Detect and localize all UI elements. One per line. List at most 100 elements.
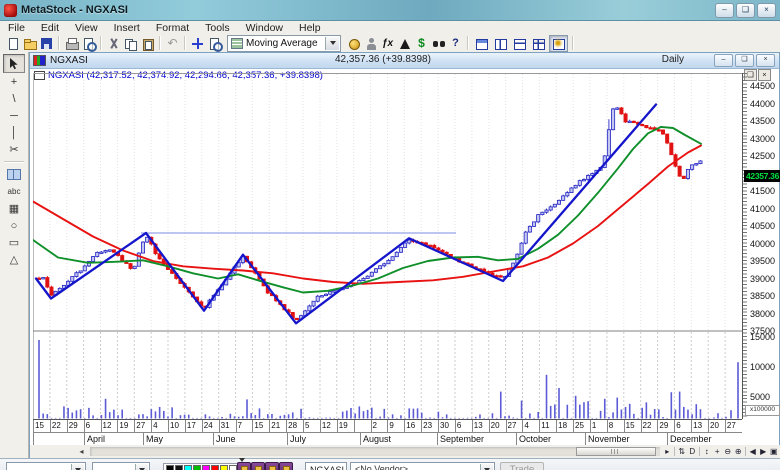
expert-symbol-icon[interactable] <box>265 462 279 470</box>
cascade-windows-icon[interactable] <box>549 35 568 52</box>
split-horizontal-icon[interactable] <box>511 36 528 51</box>
symbol-box[interactable]: NGXASI <box>305 462 347 470</box>
date-tick: 27 <box>134 420 151 432</box>
price-axis-label: 41000 <box>750 204 775 214</box>
pointer-tool-icon[interactable] <box>3 54 25 73</box>
go-to-date-icon[interactable]: D <box>687 446 698 457</box>
grid-tool-icon[interactable]: ▦ <box>4 200 24 217</box>
undo-icon[interactable]: ↶ <box>164 36 181 51</box>
close-button[interactable]: × <box>757 3 776 18</box>
menu-item-insert[interactable]: Insert <box>106 22 148 34</box>
vendor-dropdown[interactable]: <No Vendor> <box>350 462 495 470</box>
date-tick: 22 <box>50 420 67 432</box>
restore-view-icon[interactable]: ▣ <box>769 446 780 457</box>
chart-window[interactable]: NGXASI 42,357.36 (+39.8398) Daily –❑× NG… <box>29 52 780 458</box>
day-tick-row: 1522296121927410172431715212851219291623… <box>33 420 742 433</box>
print-preview-icon[interactable] <box>80 36 97 51</box>
horizontal-line-tool-icon[interactable]: ─ <box>4 107 24 124</box>
tile-windows-icon[interactable] <box>530 36 547 51</box>
cut-icon[interactable] <box>105 36 122 51</box>
style-dropdown[interactable] <box>92 462 150 470</box>
menubar: FileEditViewInsertFormatToolsWindowHelp <box>0 21 780 34</box>
scrollbar-thumb[interactable] <box>576 447 656 456</box>
print-icon[interactable] <box>63 36 80 51</box>
menu-item-format[interactable]: Format <box>148 22 197 34</box>
open-file-icon[interactable] <box>21 36 38 51</box>
scrollbar-track[interactable] <box>90 447 660 456</box>
menu-item-tools[interactable]: Tools <box>197 22 238 34</box>
trade-button[interactable]: Trade <box>500 462 544 470</box>
menu-item-view[interactable]: View <box>67 22 106 34</box>
date-tick: 4 <box>522 420 539 432</box>
date-tick: 30 <box>438 420 455 432</box>
date-tick: 6 <box>674 420 691 432</box>
template-dropdown[interactable] <box>6 462 86 470</box>
jump-end-icon[interactable]: ▶ <box>758 446 769 457</box>
color-swatch[interactable] <box>202 465 210 470</box>
text-tool-icon[interactable]: abc <box>4 183 24 200</box>
context-help-icon[interactable]: ? <box>447 36 464 51</box>
chart-restore-button[interactable]: ❑ <box>735 54 754 67</box>
copy-icon[interactable] <box>122 36 139 51</box>
color-swatch[interactable] <box>193 465 201 470</box>
page-arrows-icon[interactable]: ⇅ <box>677 446 688 457</box>
price-volume-chart[interactable] <box>33 73 742 419</box>
color-swatch[interactable] <box>166 465 174 470</box>
indicator-dropdown-arrow[interactable] <box>325 37 339 50</box>
scroll-left-arrow[interactable]: ◂ <box>76 446 87 457</box>
price-axis-label: 39000 <box>750 274 775 284</box>
separator <box>745 447 746 456</box>
zoom-page-icon[interactable] <box>206 36 223 51</box>
menu-item-window[interactable]: Window <box>238 22 291 34</box>
expand-icon[interactable]: + <box>712 446 723 457</box>
minimize-button[interactable]: – <box>715 3 734 18</box>
date-tick: 24 <box>202 420 219 432</box>
save-icon[interactable] <box>38 36 55 51</box>
zoom-out-icon[interactable]: ⊖ <box>723 446 734 457</box>
scroll-right-icon[interactable]: ▸ <box>662 446 673 457</box>
new-file-icon[interactable] <box>4 36 21 51</box>
explorer-icon[interactable] <box>362 36 379 51</box>
color-swatch[interactable] <box>175 465 183 470</box>
rectangle-tool-icon[interactable]: ▭ <box>4 234 24 251</box>
jump-start-icon[interactable]: ◀ <box>748 446 759 457</box>
fit-vertical-icon[interactable]: ↕ <box>702 446 713 457</box>
month-label: December <box>667 433 742 445</box>
menu-item-help[interactable]: Help <box>291 22 329 34</box>
expert-symbol-icon[interactable] <box>251 462 265 470</box>
vertical-line-tool-icon[interactable]: │ <box>4 124 24 141</box>
panel-layout-icon[interactable] <box>4 166 24 183</box>
chart-minimize-button[interactable]: – <box>714 54 733 67</box>
color-swatch[interactable] <box>211 465 219 470</box>
menu-item-file[interactable]: File <box>0 22 33 34</box>
find-icon[interactable] <box>430 36 447 51</box>
ellipse-tool-icon[interactable]: ○ <box>4 217 24 234</box>
indicator-dropdown[interactable]: Moving Average <box>227 35 341 52</box>
price-axis-ruler <box>743 73 747 419</box>
color-swatch[interactable] <box>220 465 228 470</box>
trendline-tool-icon[interactable]: \ <box>4 90 24 107</box>
zoom-in-icon[interactable]: ⊕ <box>733 446 744 457</box>
chart-periodicity[interactable]: Daily <box>662 54 684 65</box>
triangle-tool-icon[interactable]: △ <box>4 251 24 268</box>
system-tester-icon[interactable]: $ <box>413 36 430 51</box>
titlebar[interactable]: MetaStock - NGXASI –❑× <box>0 0 780 21</box>
crosshair-icon[interactable]: + <box>4 73 24 90</box>
new-window-icon[interactable] <box>473 36 490 51</box>
color-swatch[interactable] <box>229 465 237 470</box>
paste-icon[interactable] <box>139 36 156 51</box>
expert-symbol-icon[interactable] <box>237 462 251 470</box>
date-tick: 27 <box>725 420 742 432</box>
menu-item-edit[interactable]: Edit <box>33 22 67 34</box>
maximize-button[interactable]: ❑ <box>736 3 755 18</box>
expert-advisor-icon[interactable] <box>396 36 413 51</box>
cycle-tool-icon[interactable]: ✂ <box>4 141 24 158</box>
color-swatch[interactable] <box>184 465 192 470</box>
split-vertical-icon[interactable] <box>492 36 509 51</box>
open-security-icon[interactable] <box>345 36 362 51</box>
expert-symbol-icon[interactable] <box>279 462 293 470</box>
chart-window-titlebar[interactable]: NGXASI 42,357.36 (+39.8398) Daily –❑× <box>30 53 779 69</box>
crosshair-tool-icon[interactable] <box>189 36 206 51</box>
indicator-builder-icon[interactable]: ƒx <box>379 36 396 51</box>
chart-close-button[interactable]: × <box>756 54 775 67</box>
